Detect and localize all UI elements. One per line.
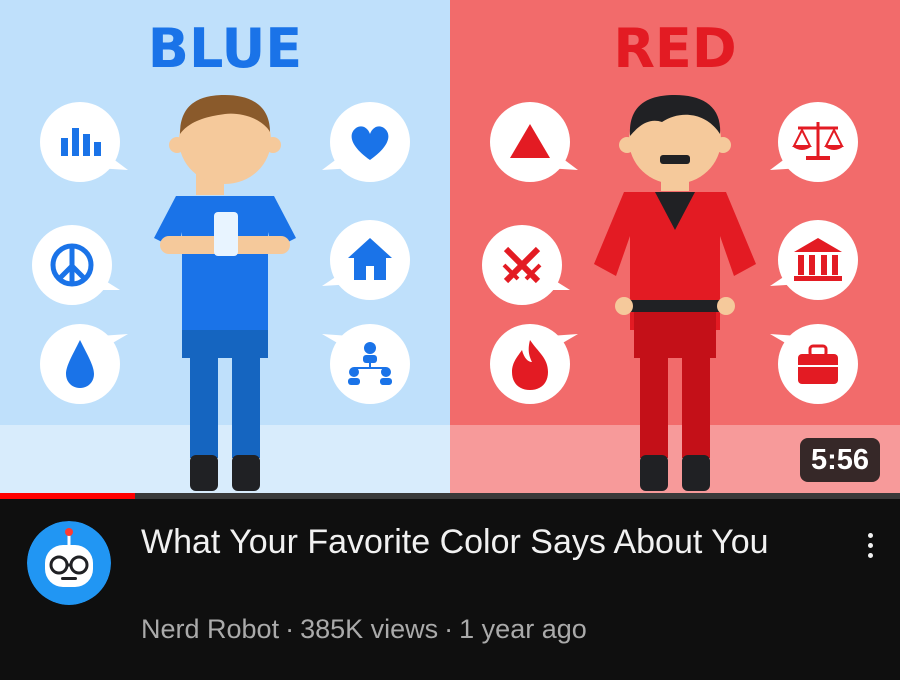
kebab-dot <box>867 542 873 548</box>
red-label: RED <box>613 17 736 80</box>
video-title[interactable]: What Your Favorite Color Says About You <box>141 521 821 564</box>
duration-badge: 5:56 <box>799 438 880 482</box>
video-subline: Nerd Robot · 385K views · 1 year ago <box>141 612 587 646</box>
kebab-dot <box>867 532 873 538</box>
channel-avatar[interactable] <box>27 521 111 605</box>
thumbnail-illustration: BLUE RED <box>0 0 900 497</box>
video-meta: What Your Favorite Color Says About You … <box>0 499 900 680</box>
separator-dot: · <box>444 614 454 644</box>
view-count: 385K views <box>300 614 439 644</box>
blue-label: BLUE <box>148 17 302 80</box>
kebab-dot <box>867 552 873 558</box>
separator-dot: · <box>285 614 295 644</box>
video-card[interactable]: BLUE RED 5:56 What Your Favorite Color S… <box>0 0 900 680</box>
video-thumbnail[interactable]: BLUE RED 5:56 <box>0 0 900 497</box>
more-options-button[interactable] <box>852 523 888 567</box>
channel-name[interactable]: Nerd Robot <box>141 614 279 644</box>
upload-age: 1 year ago <box>459 614 587 644</box>
